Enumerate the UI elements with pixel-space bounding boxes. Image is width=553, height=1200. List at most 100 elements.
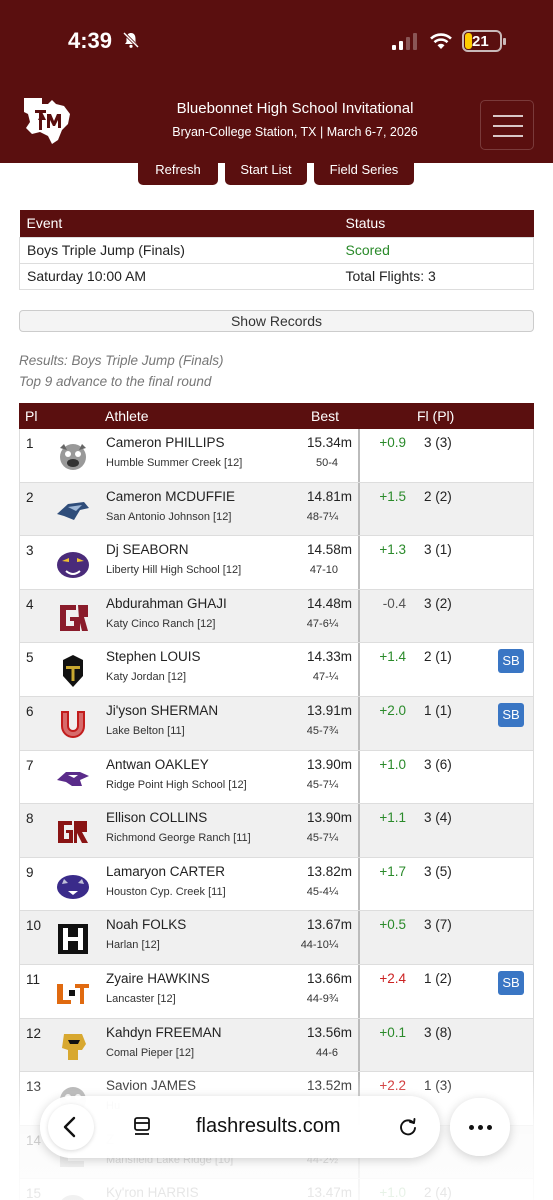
result-row[interactable]: 10 Noah FOLKS Harlan [12] 13.67m 44-10¼ +0.5 3… bbox=[19, 911, 534, 965]
athlete-name[interactable]: Ji'yson SHERMAN bbox=[106, 703, 218, 718]
column-divider bbox=[358, 964, 360, 1018]
athlete-name[interactable]: Cameron MCDUFFIE bbox=[106, 489, 235, 504]
start-list-button[interactable]: Start List bbox=[225, 155, 307, 185]
result-row[interactable]: 6 Ji'yson SHERMAN Lake Belton [11] 13.91m 45… bbox=[19, 696, 534, 751]
athlete-name[interactable]: Noah FOLKS bbox=[106, 917, 186, 932]
column-divider bbox=[358, 857, 360, 911]
more-dot bbox=[487, 1125, 492, 1130]
event-name: Boys Triple Jump (Finals) bbox=[19, 236, 339, 264]
school-logo-icon bbox=[54, 762, 92, 796]
place: 1 bbox=[26, 436, 34, 451]
status-time: 4:39 bbox=[68, 28, 113, 53]
athlete-name[interactable]: Dj SEABORN bbox=[106, 542, 189, 557]
result-row[interactable]: 11 Zyaire HAWKINS Lancaster [12] 13.66m 44-9… bbox=[19, 964, 534, 1019]
event-header: Event bbox=[19, 210, 339, 237]
athlete-name[interactable]: Antwan OAKLEY bbox=[106, 757, 209, 772]
place: 11 bbox=[26, 971, 41, 987]
school-logo-icon bbox=[54, 654, 92, 688]
back-button[interactable] bbox=[48, 1104, 94, 1150]
best-mark-imperial: 47-10 bbox=[309, 564, 338, 577]
wind-reading: +1.1 bbox=[379, 810, 406, 826]
flight-place: 1 (1) bbox=[424, 702, 452, 718]
result-row[interactable]: 4 Abdurahman GHAJI Katy Cinco Ranch [12] 14… bbox=[19, 589, 534, 644]
results-title: Results: Boys Triple Jump (Finals) bbox=[19, 353, 224, 368]
best-mark-imperial: 45-7¼ bbox=[306, 778, 338, 791]
wind-reading: +1.4 bbox=[379, 649, 406, 665]
season-best-badge: SB bbox=[498, 970, 524, 995]
column-divider bbox=[358, 643, 360, 696]
athlete-name[interactable]: Kahdyn FREEMAN bbox=[106, 1025, 222, 1040]
school-logo-icon bbox=[54, 601, 92, 635]
athlete-name[interactable]: Stephen LOUIS bbox=[106, 649, 201, 664]
best-mark: 13.90m bbox=[306, 756, 352, 772]
best-mark-imperial: 47-6¼ bbox=[306, 617, 338, 630]
result-row[interactable]: 8 Ellison COLLINS Richmond George Ranch [1… bbox=[19, 804, 534, 858]
wind-reading: +2.4 bbox=[379, 970, 406, 986]
best-mark: 14.48m bbox=[306, 595, 352, 611]
more-dot bbox=[469, 1125, 474, 1130]
best-mark-imperial: 48-7¼ bbox=[306, 510, 338, 523]
best-mark-imperial: 47-¼ bbox=[312, 671, 338, 684]
wind-reading: +0.1 bbox=[379, 1024, 406, 1040]
result-row[interactable]: 12 Kahdyn FREEMAN Comal Pieper [12] 13.56m 4… bbox=[19, 1018, 534, 1073]
best-mark: 14.33m bbox=[306, 649, 352, 665]
athlete-school: Katy Jordan [12] bbox=[106, 671, 187, 684]
season-best-badge: SB bbox=[498, 702, 524, 727]
athlete-school: Liberty Hill High School [12] bbox=[106, 564, 242, 577]
flight-place: 3 (4) bbox=[424, 810, 452, 826]
chevron-left-icon bbox=[63, 1116, 76, 1138]
athlete-school: San Antonio Johnson [12] bbox=[106, 510, 232, 523]
flight-place: 3 (8) bbox=[424, 1024, 452, 1040]
athlete-name[interactable]: Ellison COLLINS bbox=[106, 810, 207, 825]
result-row[interactable]: 7 Antwan OAKLEY Ridge Point High School [1… bbox=[19, 750, 534, 805]
url-field[interactable]: flashresults.com bbox=[196, 1115, 341, 1138]
more-options-button[interactable] bbox=[450, 1098, 510, 1156]
wind-reading: +1.3 bbox=[379, 542, 406, 558]
school-logo-icon bbox=[54, 494, 92, 528]
best-mark-imperial: 44-9¾ bbox=[306, 992, 338, 1005]
column-divider bbox=[358, 429, 360, 482]
athlete-name[interactable]: Zyaire HAWKINS bbox=[106, 971, 210, 986]
column-divider bbox=[358, 536, 360, 589]
school-logo-icon bbox=[54, 815, 92, 849]
place: 7 bbox=[26, 757, 34, 773]
battery-icon: 21 bbox=[462, 30, 506, 52]
bell-muted-icon bbox=[122, 31, 140, 49]
flight-place: 3 (2) bbox=[424, 595, 452, 611]
field-series-button[interactable]: Field Series bbox=[314, 155, 414, 185]
athlete-school: Lancaster [12] bbox=[106, 992, 176, 1005]
result-row[interactable]: 9 Lamaryon CARTER Houston Cyp. Creek [11] 1… bbox=[19, 857, 534, 912]
best-mark-imperial: 45-7¼ bbox=[306, 832, 338, 845]
battery-level: 21 bbox=[472, 33, 489, 50]
athlete-name[interactable]: Lamaryon CARTER bbox=[106, 864, 225, 879]
show-records-button[interactable]: Show Records bbox=[19, 310, 534, 332]
result-row[interactable]: 5 Stephen LOUIS Katy Jordan [12] 14.33m 47-¼… bbox=[19, 643, 534, 697]
more-dot bbox=[478, 1125, 483, 1130]
athlete-school: Houston Cyp. Creek [11] bbox=[106, 885, 226, 898]
flight-place: 3 (5) bbox=[424, 863, 452, 879]
flight-place: 2 (2) bbox=[424, 488, 452, 504]
reload-icon[interactable] bbox=[397, 1116, 419, 1138]
athlete-name[interactable]: Cameron PHILLIPS bbox=[106, 435, 225, 450]
place: 10 bbox=[26, 918, 42, 934]
result-row[interactable]: 1 Cameron PHILLIPS Humble Summer Creek [12… bbox=[19, 429, 534, 483]
wind-reading: +0.5 bbox=[379, 917, 406, 933]
flight-place: 2 (1) bbox=[424, 649, 452, 665]
result-row[interactable]: 2 Cameron MCDUFFIE San Antonio Johnson [12… bbox=[19, 482, 534, 537]
refresh-button[interactable]: Refresh bbox=[138, 155, 218, 185]
page-menu-icon[interactable] bbox=[132, 1115, 154, 1137]
column-divider bbox=[358, 589, 360, 643]
best-mark: 14.81m bbox=[306, 488, 352, 504]
hamburger-menu-button[interactable] bbox=[480, 100, 534, 150]
result-row[interactable]: 3 Dj SEABORN Liberty Hill High School [12]… bbox=[19, 536, 534, 590]
status-header: Status bbox=[338, 210, 534, 237]
flight-place: 3 (6) bbox=[424, 756, 452, 772]
event-info-table: Event Status Boys Triple Jump (Finals) S… bbox=[19, 210, 534, 290]
athlete-name[interactable]: Abdurahman GHAJI bbox=[106, 596, 227, 611]
athlete-school: Comal Pieper [12] bbox=[106, 1046, 195, 1059]
flight-place: 3 (3) bbox=[424, 435, 452, 450]
best-mark: 13.66m bbox=[306, 970, 352, 986]
signal-icon bbox=[392, 33, 417, 50]
results-note: Results: Boys Triple Jump (Finals) Top 9… bbox=[19, 350, 224, 392]
best-header: Best bbox=[311, 408, 340, 424]
